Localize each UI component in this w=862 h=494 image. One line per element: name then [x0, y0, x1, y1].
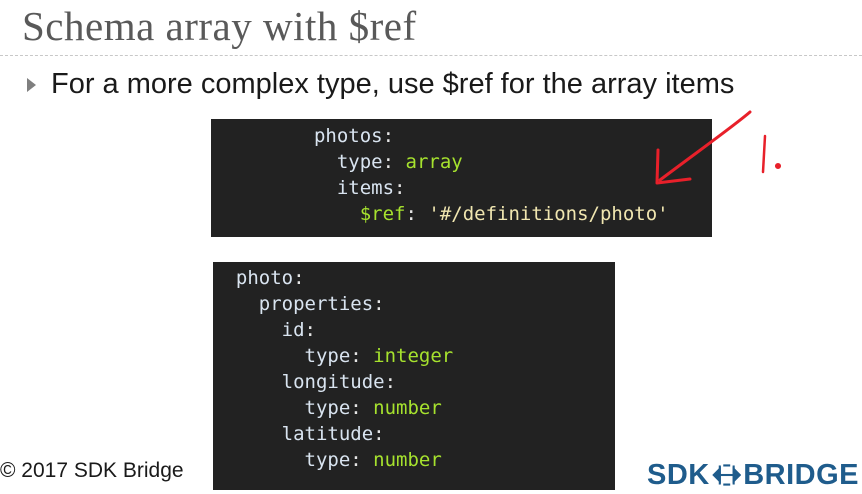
code-line: type: number [304, 397, 442, 419]
code-key: properties [258, 293, 374, 315]
copyright-footer: © 2017 SDK Bridge [0, 459, 184, 482]
code-key: type [336, 151, 383, 173]
code-line: type: array [336, 151, 463, 173]
code-value: integer [373, 345, 454, 367]
code-line: longitude: [281, 371, 397, 393]
code-line: $ref: '#/definitions/photo' [359, 203, 669, 225]
logo-text-right: BRIDGE [743, 458, 859, 491]
code-key: id [281, 319, 305, 341]
code-key: type [304, 345, 351, 367]
bridge-mark-icon [711, 464, 741, 486]
slide: Schema array with $ref For a more comple… [0, 0, 862, 494]
title-divider [0, 55, 862, 57]
code-key: photos [313, 125, 383, 147]
logo-text-left: SDK [647, 458, 710, 491]
code-key: items [336, 177, 395, 199]
code-line: latitude: [281, 423, 385, 445]
code-block-photo-definition: photo: properties: id: type: integer lon… [213, 262, 615, 490]
code-key: $ref [359, 203, 406, 225]
code-line: items: [336, 177, 406, 199]
code-key: photo [235, 267, 294, 289]
sdk-bridge-logo: SDK BRIDGE [647, 458, 859, 492]
code-block-photos: photos: type: array items: $ref: '#/defi… [211, 119, 712, 237]
code-line: id: [281, 319, 316, 341]
code-line: type: integer [304, 345, 454, 367]
code-key: type [304, 397, 351, 419]
bullet-arrow-icon [27, 78, 36, 92]
code-string: '#/definitions/photo' [428, 203, 669, 225]
code-key: latitude [281, 423, 374, 445]
code-key: longitude [281, 371, 385, 393]
annotation-number-icon [761, 134, 782, 174]
code-key: type [304, 449, 351, 471]
slide-title: Schema array with $ref [22, 3, 417, 49]
code-line: photo: [235, 267, 305, 289]
code-line: properties: [258, 293, 385, 315]
code-value: array [405, 151, 463, 173]
code-value: number [373, 397, 442, 419]
code-value: number [373, 449, 442, 471]
code-line: type: number [304, 449, 442, 471]
bullet-text: For a more complex type, use $ref for th… [51, 68, 735, 100]
code-line: photos: [313, 125, 395, 147]
